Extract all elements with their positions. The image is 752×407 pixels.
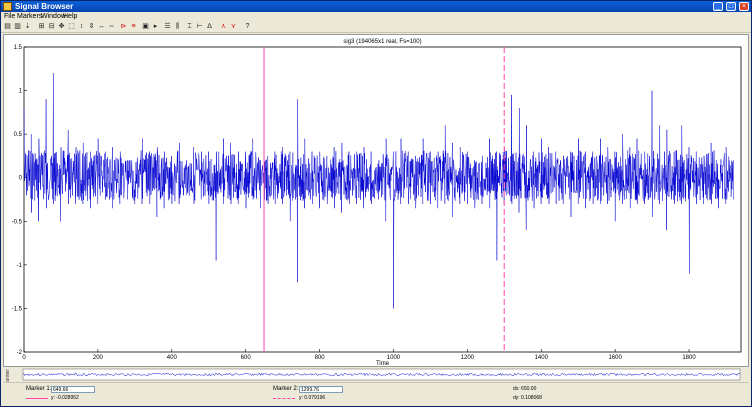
marker-panel: Marker 1: 649.66 y: -0.028952 Marker 2: … <box>3 382 749 406</box>
zoom-box-icon[interactable]: ⬚ <box>67 22 76 31</box>
y-tick-label: -2 <box>17 350 23 356</box>
x-tick-label: 1600 <box>608 355 622 361</box>
x-tick-label: 1000 <box>387 355 401 361</box>
signal-chart[interactable]: sig3 (194065x1 real, Fs=100) Time 0 200 400 6… <box>4 35 750 368</box>
print-icon[interactable]: ▤ <box>3 22 12 31</box>
marker2-y: y: 0.079196 <box>299 395 326 401</box>
y-tick-label: 0.5 <box>14 132 23 138</box>
x-tick-label: 600 <box>241 355 252 361</box>
chart-title: sig3 (194065x1 real, Fs=100) <box>343 39 421 45</box>
y-tick-label: 0 <box>19 176 23 182</box>
zoom-in-y-icon[interactable]: ⇕ <box>87 22 96 31</box>
plot-axes-box <box>23 46 742 353</box>
export-icon[interactable]: ⇣ <box>23 22 32 31</box>
app-icon <box>3 2 12 11</box>
zoom-y-icon[interactable]: ↕ <box>77 22 86 31</box>
red-cursor2-icon[interactable]: ⋎ <box>229 22 238 31</box>
minimize-button[interactable]: _ <box>713 2 723 11</box>
x-tick-label: 1400 <box>535 355 549 361</box>
pan-icon[interactable]: ✥ <box>57 22 66 31</box>
play-icon[interactable]: ▸ <box>151 22 160 31</box>
y-tick-label: -1.5 <box>12 306 23 312</box>
plot-panel: sig3 (194065x1 real, Fs=100) Time 0 200 400 6… <box>3 34 749 367</box>
marker-list-icon[interactable]: ≡ <box>129 22 138 31</box>
y-tick-label: -0.5 <box>12 219 23 225</box>
x-tick-label: 200 <box>93 355 104 361</box>
marker2-label: Marker 2: <box>273 386 299 392</box>
cursor-icon[interactable]: ⌶ <box>185 22 194 31</box>
y-tick-label: 1 <box>19 89 23 95</box>
marker1-line-sample <box>26 398 48 399</box>
marker-red-icon[interactable]: ⊳ <box>119 22 128 31</box>
x-tick-label: 1800 <box>682 355 696 361</box>
menu-file[interactable]: File <box>4 12 15 21</box>
fit-x-icon[interactable]: ⇔ <box>107 22 116 31</box>
x-axis-label: Time <box>376 361 390 367</box>
grid-v-icon[interactable]: ⫼ <box>173 22 182 31</box>
title-bar[interactable]: Signal Browser _ □ × <box>1 1 751 12</box>
menu-bar: File Markers Window Help <box>1 12 751 21</box>
zoom-in-x-icon[interactable]: ⊞ <box>37 22 46 31</box>
help-icon[interactable]: ? <box>243 22 252 31</box>
panner-strip[interactable]: Panner <box>3 368 749 385</box>
marker1-label: Marker 1: <box>26 386 52 392</box>
window-title: Signal Browser <box>15 2 74 11</box>
marker-dy: dy: 0.108068 <box>513 395 542 401</box>
marker-box-icon[interactable]: ▣ <box>141 22 150 31</box>
menu-help[interactable]: Help <box>63 12 77 21</box>
marker1-y: y: -0.028952 <box>51 395 79 401</box>
y-tick-label: 1.5 <box>14 45 23 51</box>
x-tick-label: 800 <box>315 355 326 361</box>
menu-markers[interactable]: Markers <box>17 12 42 21</box>
delta-icon[interactable]: ∆ <box>205 22 214 31</box>
x-tick-label: 0 <box>22 355 26 361</box>
y-tick-label: -1 <box>17 263 23 269</box>
marker1-field[interactable]: 649.66 <box>51 386 95 393</box>
x-tick-label: 1200 <box>461 355 475 361</box>
red-cursor-icon[interactable]: ⋏ <box>219 22 228 31</box>
marker2-field[interactable]: 1299.76 <box>299 386 343 393</box>
panner-svg[interactable] <box>3 368 749 381</box>
toolbar: ▤ ▥ ⇣ ⊞ ⊟ ✥ ⬚ ↕ ⇕ ↔ ⇔ ⊳ ≡ ▣ ▸ ☰ ⫼ ⌶ ⊢ ∆ … <box>1 21 751 33</box>
x-tick-label: 400 <box>167 355 178 361</box>
marker-dx: dx: 650.00 <box>513 386 537 392</box>
zoom-out-x-icon[interactable]: ⊟ <box>47 22 56 31</box>
close-button[interactable]: × <box>739 2 749 11</box>
marker2-line-sample <box>273 398 295 399</box>
select-icon[interactable]: ⊢ <box>195 22 204 31</box>
grid-h-icon[interactable]: ☰ <box>163 22 172 31</box>
zoom-out-y-icon[interactable]: ↔ <box>97 22 106 31</box>
maximize-button[interactable]: □ <box>726 2 736 11</box>
signal-browser-window: Signal Browser _ □ × File Markers Window… <box>0 0 752 407</box>
print-preview-icon[interactable]: ▥ <box>13 22 22 31</box>
